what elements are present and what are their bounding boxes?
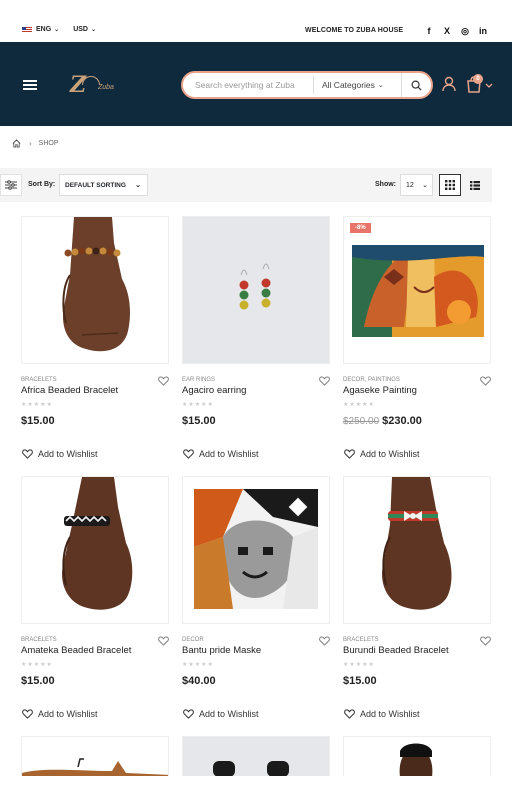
sliders-icon [5,180,17,190]
product-name[interactable]: Agaseke Painting [343,385,417,396]
facebook-icon[interactable]: f [423,26,435,36]
product-name[interactable]: Africa Beaded Bracelet [21,385,118,396]
chevron-down-icon: ⌄ [90,27,97,33]
category-select[interactable]: All Categories ⌄ [313,76,401,94]
chevron-down-icon: ⌄ [135,182,141,189]
product-image[interactable] [182,216,330,364]
heart-icon[interactable] [158,376,169,386]
filter-toggle-button[interactable] [0,174,22,196]
rating-stars: ★★★★★ [21,662,53,668]
heart-icon [344,449,355,459]
menu-icon[interactable] [23,80,37,90]
product-category[interactable]: BRACELETS [343,637,379,643]
currency-label: USD [73,26,88,33]
site-logo[interactable]: Z Zuba [68,72,124,102]
product-price: $15.00 [21,675,55,687]
language-label: ENG [36,26,52,33]
shop-toolbar: Sort By: DEFAULT SORTING ⌄ Show: 12 ⌄ [0,168,492,202]
chevron-down-icon: ⌄ [377,82,384,89]
per-page-select[interactable]: 12 ⌄ [400,174,433,196]
grid-icon [445,180,455,190]
product-price: $40.00 [182,675,216,687]
heart-icon [183,709,194,719]
rating-stars: ★★★★★ [343,402,375,408]
search-bar: All Categories ⌄ [181,71,433,99]
heart-icon [22,449,33,459]
x-twitter-icon[interactable]: X [441,26,453,36]
heart-icon[interactable] [480,636,491,646]
product-image[interactable] [21,476,169,624]
sort-label: Sort By: [28,181,56,188]
cart-count-badge: 0 [473,74,483,84]
product-name[interactable]: Burundi Beaded Bracelet [343,645,449,656]
heart-icon [22,709,33,719]
rating-stars: ★★★★★ [343,662,375,668]
linkedin-icon[interactable]: in [477,26,489,36]
add-to-wishlist-button[interactable]: Add to Wishlist [344,449,420,459]
welcome-message: WELCOME TO ZUBA HOUSE [305,27,404,34]
home-icon[interactable] [12,139,21,148]
chevron-down-icon: ⌄ [54,27,60,33]
product-image[interactable] [21,216,169,364]
heart-icon[interactable] [319,376,330,386]
show-label: Show: [375,181,396,188]
product-image[interactable] [21,736,169,776]
old-price: $250.00 [343,416,380,427]
breadcrumb: › SHOP [12,139,59,148]
rating-stars: ★★★★★ [182,402,214,408]
heart-icon[interactable] [480,376,491,386]
grid-view-button[interactable] [439,174,461,196]
product-image[interactable]: -8% [343,216,491,364]
language-switcher[interactable]: ENG ⌄ USD ⌄ [22,26,96,33]
product-image[interactable] [343,476,491,624]
list-view-button[interactable] [466,174,484,196]
sale-badge: -8% [350,223,371,233]
rating-stars: ★★★★★ [182,662,214,668]
heart-icon [183,449,194,459]
chevron-right-icon: › [29,139,32,148]
product-image[interactable] [182,736,330,776]
heart-icon[interactable] [319,636,330,646]
product-image[interactable] [182,476,330,624]
add-to-wishlist-button[interactable]: Add to Wishlist [22,709,98,719]
instagram-icon[interactable]: ◎ [459,26,471,37]
heart-icon[interactable] [158,636,169,646]
list-icon [470,180,480,190]
us-flag-icon [22,26,32,33]
search-input[interactable] [195,80,313,90]
search-button[interactable] [401,73,431,97]
user-account-icon[interactable] [442,76,456,92]
product-name[interactable]: Bantu pride Maske [182,645,261,656]
product-name[interactable]: Agaciro earring [182,385,246,396]
product-category[interactable]: EAR RINGS [182,377,215,383]
add-to-wishlist-button[interactable]: Add to Wishlist [22,449,98,459]
top-bar: ENG ⌄ USD ⌄ WELCOME TO ZUBA HOUSE f X ◎ … [0,0,512,42]
heart-icon [344,709,355,719]
rating-stars: ★★★★★ [21,402,53,408]
product-category[interactable]: BRACELETS [21,637,57,643]
search-icon [411,80,422,91]
product-price: $15.00 [21,415,55,427]
breadcrumb-current: SHOP [38,140,59,147]
product-price: $250.00 $230.00 [343,415,422,427]
chevron-down-icon: ⌄ [422,182,428,189]
main-header: Z Zuba All Categories ⌄ 0 [0,42,512,126]
product-price: $15.00 [182,415,216,427]
product-category[interactable]: DECOR, PAINTINGS [343,377,400,383]
add-to-wishlist-button[interactable]: Add to Wishlist [183,449,259,459]
sort-select[interactable]: DEFAULT SORTING ⌄ [59,174,148,196]
product-price: $15.00 [343,675,377,687]
product-image[interactable] [343,736,491,776]
add-to-wishlist-button[interactable]: Add to Wishlist [183,709,259,719]
currency-switcher[interactable]: USD ⌄ [73,26,96,33]
product-category[interactable]: BRACELETS [21,377,57,383]
add-to-wishlist-button[interactable]: Add to Wishlist [344,709,420,719]
product-category[interactable]: DECOR [182,637,204,643]
product-name[interactable]: Amateka Beaded Bracelet [21,645,131,656]
